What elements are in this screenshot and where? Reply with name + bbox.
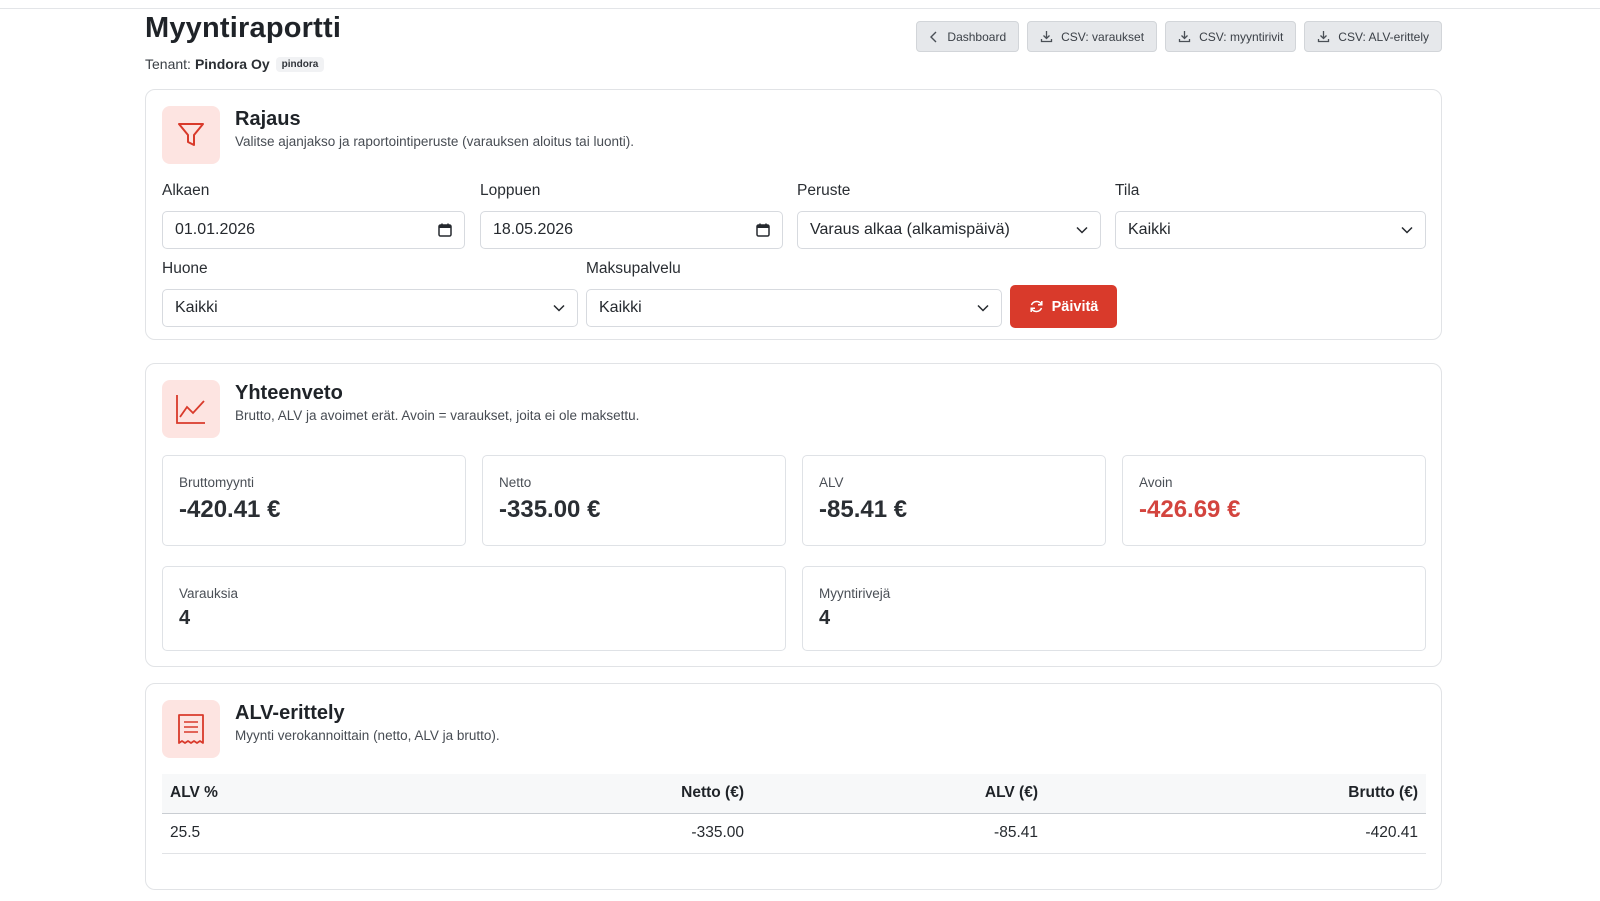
net-value: -335.00 € [499,496,601,523]
bookings-tile: Varauksia 4 [162,566,786,651]
col-vat: ALV (€) [752,774,1046,814]
cell-vat-percent: 25.5 [162,813,482,854]
cell-gross: -420.41 [1046,813,1426,854]
dashboard-button-label: Dashboard [947,29,1007,44]
summary-card: Yhteenveto Brutto, ALV ja avoimet erät. … [145,363,1442,667]
cell-net: -335.00 [482,813,752,854]
chevron-down-icon [1401,226,1413,234]
filter-card: Rajaus Valitse ajanjakso ja raportointip… [145,89,1442,340]
chart-icon [162,380,220,438]
to-date-input[interactable]: 18.05.2026 [480,211,783,249]
page-title: Myyntiraportti [145,12,342,44]
basis-value: Varaus alkaa (alkamispäivä) [810,221,1010,238]
summary-card-header: Yhteenveto Brutto, ALV ja avoimet erät. … [162,380,639,438]
header-actions: Dashboard CSV: varaukset CSV: myyntirivi… [916,21,1442,52]
room-select[interactable]: Kaikki [162,289,578,327]
filter-icon [162,106,220,164]
vat-card-title: ALV-erittely [235,702,345,724]
chevron-down-icon [977,304,989,312]
sales-rows-tile: Myyntirivejä 4 [802,566,1426,651]
net-label: Netto [499,475,532,490]
open-tile: Avoin -426.69 € [1122,455,1426,546]
payment-value: Kaikki [599,299,642,316]
filter-card-title: Rajaus [235,108,301,130]
status-value: Kaikki [1128,221,1171,238]
vat-card-header: ALV-erittely Myynti verokannoittain (net… [162,700,500,758]
download-icon [1040,31,1053,43]
calendar-icon[interactable] [756,223,770,237]
summary-card-subtitle: Brutto, ALV ja avoimet erät. Avoin = var… [235,408,640,423]
col-net: Netto (€) [482,774,752,814]
receipt-icon [162,700,220,758]
gross-sales-tile: Bruttomyynti -420.41 € [162,455,466,546]
net-tile: Netto -335.00 € [482,455,786,546]
vat-breakdown-card: ALV-erittely Myynti verokannoittain (net… [145,683,1442,890]
gross-sales-label: Bruttomyynti [179,475,255,490]
cell-vat: -85.41 [752,813,1046,854]
room-value: Kaikki [175,299,218,316]
col-vat-percent: ALV % [162,774,482,814]
chevron-left-icon [930,31,937,42]
chevron-down-icon [553,304,565,312]
table-row: 25.5 -335.00 -85.41 -420.41 [162,813,1426,854]
calendar-icon[interactable] [438,223,452,237]
vat-card-subtitle: Myynti verokannoittain (netto, ALV ja br… [235,728,500,743]
payment-label: Maksupalvelu [586,260,681,277]
download-icon [1318,31,1330,43]
refresh-icon [1030,300,1043,313]
csv-bookings-label: CSV: varaukset [1061,29,1145,44]
tenant-info: Tenant: Pindora Oy pindora [145,56,325,72]
summary-card-title: Yhteenveto [235,382,343,404]
vat-label: ALV [819,475,844,490]
sales-rows-label: Myyntirivejä [819,586,891,601]
chevron-down-icon [1076,226,1088,234]
filter-card-subtitle: Valitse ajanjakso ja raportointiperuste … [235,134,634,149]
csv-vat-label: CSV: ALV-erittely [1338,29,1429,44]
filter-card-header: Rajaus Valitse ajanjakso ja raportointip… [162,106,634,164]
open-value: -426.69 € [1139,496,1241,523]
status-label: Tila [1115,182,1140,199]
basis-select[interactable]: Varaus alkaa (alkamispäivä) [797,211,1101,249]
tenant-name: Pindora Oy [194,56,270,72]
dashboard-button[interactable]: Dashboard [916,21,1020,52]
csv-salesrows-button[interactable]: CSV: myyntirivit [1165,21,1297,52]
vat-table-header: ALV % Netto (€) ALV (€) Brutto (€) [162,774,1426,814]
csv-bookings-button[interactable]: CSV: varaukset [1027,21,1158,52]
refresh-button-label: Päivitä [1051,298,1099,315]
csv-vat-button[interactable]: CSV: ALV-erittely [1304,21,1442,52]
open-label: Avoin [1139,475,1173,490]
bookings-label: Varauksia [179,586,239,601]
sales-rows-value: 4 [819,607,831,629]
tenant-label: Tenant: [145,56,191,72]
from-date-label: Alkaen [162,182,210,199]
vat-table: ALV % Netto (€) ALV (€) Brutto (€) 25.5 … [162,774,1426,854]
col-gross: Brutto (€) [1046,774,1426,814]
tenant-slug-badge: pindora [275,56,325,72]
to-date-value: 18.05.2026 [493,221,574,238]
gross-sales-value: -420.41 € [179,496,281,523]
refresh-button[interactable]: Päivitä [1010,285,1117,328]
from-date-value: 01.01.2026 [175,221,256,238]
basis-label: Peruste [797,182,851,199]
bookings-value: 4 [179,607,191,629]
status-select[interactable]: Kaikki [1115,211,1426,249]
payment-select[interactable]: Kaikki [586,289,1002,327]
csv-salesrows-label: CSV: myyntirivit [1199,29,1284,44]
vat-tile: ALV -85.41 € [802,455,1106,546]
download-icon [1178,31,1191,43]
to-date-label: Loppuen [480,182,541,199]
from-date-input[interactable]: 01.01.2026 [162,211,465,249]
vat-value: -85.41 € [819,496,908,523]
room-label: Huone [162,260,208,277]
top-divider [0,8,1600,9]
